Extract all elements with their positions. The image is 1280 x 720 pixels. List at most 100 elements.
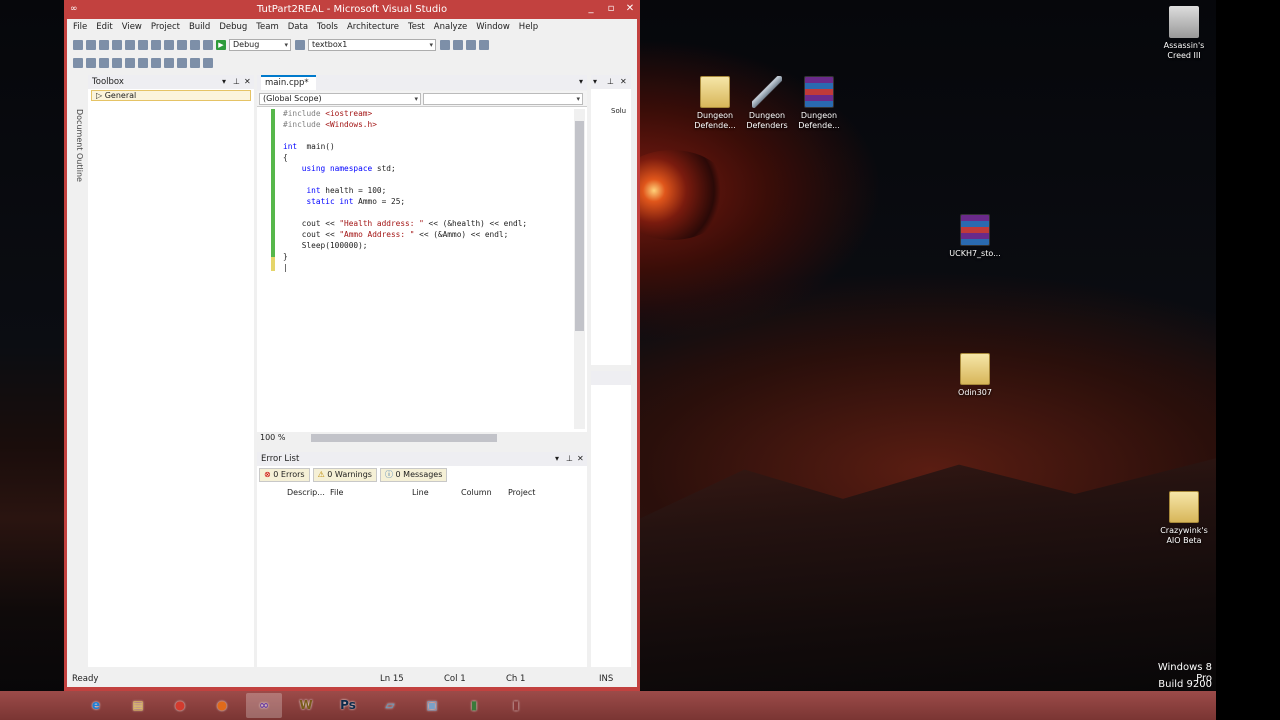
taskbar-app-generic[interactable]: ▱	[372, 693, 408, 718]
tab-dropdown-icon[interactable]: ▾	[579, 77, 583, 86]
member-dropdown[interactable]	[423, 93, 583, 105]
taskbar-photoshop[interactable]: Ps	[330, 693, 366, 718]
menu-tools[interactable]: Tools	[317, 22, 338, 32]
menu-file[interactable]: File	[73, 22, 87, 32]
undo-icon[interactable]	[177, 39, 187, 50]
pin-icon[interactable]: ⊥	[566, 452, 573, 466]
scope-dropdown[interactable]: (Global Scope)	[259, 93, 421, 105]
paste-icon[interactable]	[164, 39, 174, 50]
taskbar-app-red[interactable]: ▮	[498, 693, 534, 718]
menu-project[interactable]: Project	[151, 22, 180, 32]
code-text[interactable]: #include <iostream> #include <Windows.h> …	[283, 108, 527, 273]
menu-edit[interactable]: Edit	[96, 22, 112, 32]
close-icon[interactable]: ✕	[244, 75, 251, 89]
taskbar-internet-explorer[interactable]: e	[78, 693, 114, 718]
minimize-button[interactable]: _	[581, 0, 601, 17]
errors-filter-button[interactable]: ⊗ 0 Errors	[259, 468, 310, 482]
new-project-icon[interactable]	[73, 39, 83, 50]
dropdown-icon[interactable]: ▾	[555, 452, 559, 466]
horizontal-scroll-thumb[interactable]	[311, 434, 497, 442]
menu-view[interactable]: View	[122, 22, 142, 32]
taskbar-file-explorer[interactable]: ▤	[120, 693, 156, 718]
pin-icon[interactable]: ⊥	[233, 75, 240, 89]
scroll-thumb[interactable]	[575, 121, 584, 331]
menu-debug[interactable]: Debug	[219, 22, 247, 32]
taskbar-visual-studio[interactable]: ∞	[246, 693, 282, 718]
warnings-filter-button[interactable]: ⚠ 0 Warnings	[312, 468, 377, 482]
document-outline-tab[interactable]: Document Outline	[70, 109, 84, 189]
save-icon[interactable]	[112, 39, 122, 50]
properties-icon[interactable]	[453, 39, 463, 50]
bookmark-icon[interactable]	[164, 57, 174, 68]
desktop-icon-odin307[interactable]: Odin307	[945, 353, 1005, 398]
cut-icon[interactable]	[138, 39, 148, 50]
clear-bookmarks-icon[interactable]	[203, 57, 213, 68]
code-line: cout << "Health address: " << (&health) …	[283, 219, 528, 228]
quick-info-icon[interactable]	[73, 57, 83, 68]
column-file[interactable]: File	[330, 486, 343, 500]
open-file-icon[interactable]	[99, 39, 109, 50]
desktop-icon-dungeon-defenders[interactable]: Dungeon Defenders	[737, 76, 797, 131]
redo-icon[interactable]	[190, 39, 200, 50]
prev-bookmark-icon[interactable]	[177, 57, 187, 68]
desktop-icon-uckh7[interactable]: UCKH7_sto...	[945, 214, 1005, 259]
menu-test[interactable]: Test	[408, 22, 425, 32]
desktop-icon-dungeon-rar[interactable]: Dungeon Defende...	[789, 76, 849, 131]
solution-config-dropdown[interactable]: Debug	[229, 38, 291, 51]
taskbar-chrome[interactable]: ●	[162, 693, 198, 718]
menu-analyze[interactable]: Analyze	[434, 22, 468, 32]
desktop-icon-crazywink[interactable]: Crazywink's AIO Beta	[1154, 491, 1214, 546]
column-line[interactable]: Line	[412, 486, 429, 500]
navigate-back-icon[interactable]	[203, 39, 213, 50]
taskbar-image-viewer[interactable]: ▣	[414, 693, 450, 718]
desktop-icon-dungeon-folder[interactable]: Dungeon Defende...	[685, 76, 745, 131]
dropdown-icon[interactable]: ▾	[593, 75, 597, 89]
copy-icon[interactable]	[151, 39, 161, 50]
toolbox-group[interactable]: ▷ General	[91, 90, 251, 101]
next-bookmark-icon[interactable]	[190, 57, 200, 68]
decrease-indent-icon[interactable]	[112, 57, 122, 68]
column-column[interactable]: Column	[461, 486, 492, 500]
start-debugging-icon[interactable]: ▶	[216, 39, 226, 50]
add-item-icon[interactable]	[86, 39, 96, 50]
taskbar-app-green[interactable]: ▮	[456, 693, 492, 718]
windows-build-label: Build 9200	[1158, 679, 1212, 690]
code-line: int main()	[283, 142, 335, 151]
menu-help[interactable]: Help	[519, 22, 538, 32]
menu-window[interactable]: Window	[476, 22, 510, 32]
close-button[interactable]: ✕	[620, 0, 640, 17]
pin-icon[interactable]: ⊥	[607, 75, 614, 89]
comment-icon[interactable]	[138, 57, 148, 68]
parameter-info-icon[interactable]	[86, 57, 96, 68]
save-all-icon[interactable]	[125, 39, 135, 50]
taskbar-firefox[interactable]: ●	[204, 693, 240, 718]
column-description[interactable]: Descrip...	[287, 486, 325, 500]
toolbox-icon[interactable]	[479, 39, 489, 50]
maximize-button[interactable]: ▫	[601, 0, 621, 17]
dropdown-icon[interactable]: ▾	[222, 75, 226, 89]
uncomment-icon[interactable]	[151, 57, 161, 68]
zoom-dropdown[interactable]: 100 %	[260, 433, 285, 442]
menu-data[interactable]: Data	[288, 22, 308, 32]
visual-studio-window[interactable]: ∞ TutPart2REAL - Microsoft Visual Studio…	[64, 0, 640, 691]
menu-architecture[interactable]: Architecture	[347, 22, 399, 32]
taskbar-wow[interactable]: W	[288, 693, 324, 718]
desktop-icon-assassins-creed[interactable]: Assassin's Creed III	[1154, 6, 1214, 61]
solution-node[interactable]: Solu	[611, 107, 626, 115]
word-completion-icon[interactable]	[99, 57, 109, 68]
status-ins: INS	[599, 674, 614, 684]
solution-explorer-icon[interactable]	[440, 39, 450, 50]
find-combo[interactable]: textbox1	[308, 38, 436, 51]
find-in-files-icon[interactable]	[295, 39, 305, 50]
column-project[interactable]: Project	[508, 486, 535, 500]
close-icon[interactable]: ✕	[620, 75, 627, 89]
vertical-scrollbar[interactable]	[574, 109, 585, 429]
code-editor[interactable]: #include <iostream> #include <Windows.h> …	[257, 107, 587, 432]
close-icon[interactable]: ✕	[577, 452, 584, 466]
messages-filter-button[interactable]: ⓘ 0 Messages	[379, 468, 448, 482]
increase-indent-icon[interactable]	[125, 57, 135, 68]
object-browser-icon[interactable]	[466, 39, 476, 50]
tab-main-cpp[interactable]: main.cpp* ✕	[261, 75, 316, 100]
menu-build[interactable]: Build	[189, 22, 210, 32]
menu-team[interactable]: Team	[256, 22, 278, 32]
